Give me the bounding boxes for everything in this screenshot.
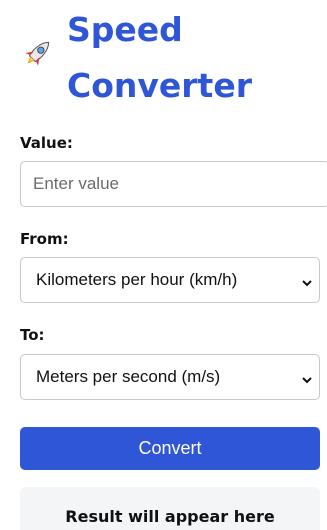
result-box: Result will appear here <box>20 487 320 530</box>
value-field[interactable] <box>20 161 327 207</box>
from-unit-selected: Kilometers per hour (km/h) <box>36 270 238 289</box>
chevron-down-icon <box>301 372 313 384</box>
value-label: Value: <box>20 134 73 152</box>
from-unit-select[interactable]: Kilometers per hour (km/h) <box>20 257 320 303</box>
convert-button[interactable]: Convert <box>20 427 320 470</box>
header: Speed Converter <box>0 0 327 110</box>
rocket-icon <box>20 35 56 71</box>
page-title: Speed Converter <box>67 10 252 105</box>
to-unit-selected: Meters per second (m/s) <box>36 367 221 386</box>
to-unit-select[interactable]: Meters per second (m/s) <box>20 354 320 400</box>
value-input[interactable] <box>21 162 327 206</box>
chevron-down-icon <box>301 275 313 287</box>
to-label: To: <box>20 326 45 344</box>
result-text: Result will appear here <box>65 507 275 526</box>
speed-converter-page: Speed Converter Value: From: Kilometers … <box>0 0 327 530</box>
from-label: From: <box>20 230 69 248</box>
